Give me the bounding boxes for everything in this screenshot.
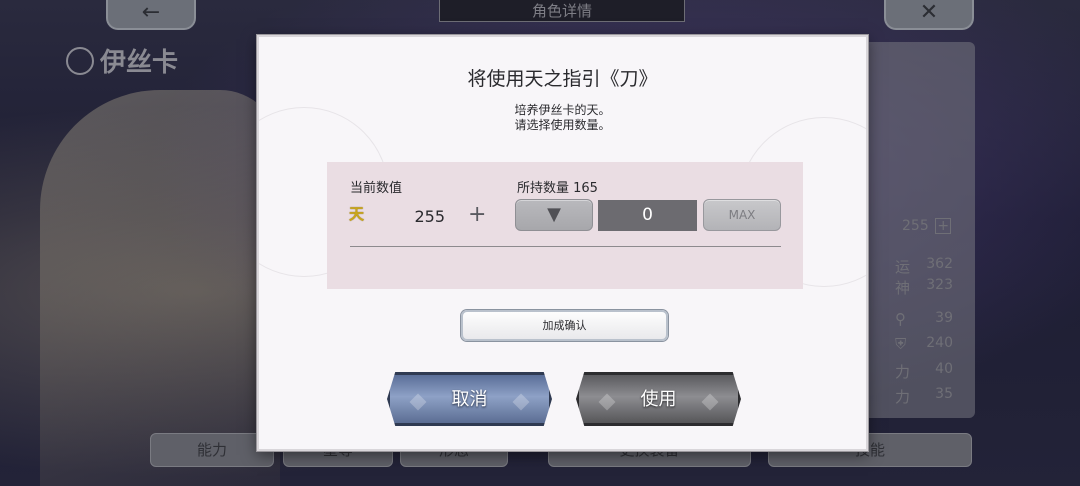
dialog-description: 培养伊丝卡的天。 请选择使用数量。 [259,103,866,133]
quantity-input[interactable]: 0 [598,200,697,231]
cancel-button[interactable]: 取消 [387,372,552,426]
stat-row: 力 35 [895,386,953,407]
cancel-label: 取消 [451,389,488,410]
current-value: 255 [414,207,445,226]
diamond-ornament-icon [512,393,530,411]
max-button[interactable]: MAX [703,199,781,231]
plus-icon[interactable]: + [935,218,952,234]
back-button[interactable]: ← [106,0,196,30]
tian-icon: 天 [349,205,365,223]
stat-value: 35 [935,386,953,402]
stat-value: 323 [926,277,953,293]
character-name: 伊丝卡 [66,42,178,79]
use-label: 使用 [640,389,677,410]
stat-label: 运 [895,258,911,276]
character-portrait [40,90,280,486]
description-line: 培养伊丝卡的天。 [514,103,611,117]
use-item-dialog: 将使用天之指引《刀》 培养伊丝卡的天。 请选择使用数量。 当前数值 所持数量 1… [257,35,868,451]
stat-value: 40 [935,361,953,377]
stat-label: 力 [895,363,911,381]
magnifier-icon: ⚲ [895,310,906,328]
use-button[interactable]: 使用 [576,372,741,426]
stat-label: 力 [895,388,911,406]
stat-row: ⛨ 240 [895,335,953,353]
tab-ability[interactable]: 能力 [150,433,274,467]
left-arrow-icon: ← [141,0,161,25]
stat-value: 362 [926,256,953,272]
quantity-panel: 当前数值 所持数量 165 天 255 + ▼ 0 MAX [327,162,803,289]
stat-row: ⚲ 39 [895,310,953,328]
diamond-ornament-icon [598,393,616,411]
plus-sign: + [468,202,487,227]
tian-stat-value: 255 [902,218,929,234]
diamond-ornament-icon [409,393,427,411]
screen-header: 角色详情 [439,0,685,22]
character-name-text: 伊丝卡 [100,48,179,78]
divider [350,246,781,247]
decrease-button[interactable]: ▼ [515,199,593,231]
confirm-bonus-button[interactable]: 加成确认 [461,310,668,341]
triangle-down-icon: ▼ [547,204,561,225]
close-button[interactable]: ✕ [884,0,974,30]
current-value-label: 当前数值 [350,181,403,196]
tian-stat: 255 + [902,218,952,234]
stat-value: 240 [926,335,953,351]
quill-icon [66,47,94,75]
stat-row: 神 323 [895,277,953,298]
stat-value: 39 [935,310,953,326]
shield-icon: ⛨ [895,335,907,353]
close-x-icon: ✕ [919,0,939,25]
stat-label: 神 [895,279,911,297]
stat-row: 力 40 [895,361,953,382]
stat-row: 运 362 [895,256,953,277]
owned-count-label: 所持数量 165 [517,181,598,196]
description-line: 请选择使用数量。 [514,118,611,132]
dialog-title: 将使用天之指引《刀》 [467,68,658,90]
diamond-ornament-icon [701,393,719,411]
